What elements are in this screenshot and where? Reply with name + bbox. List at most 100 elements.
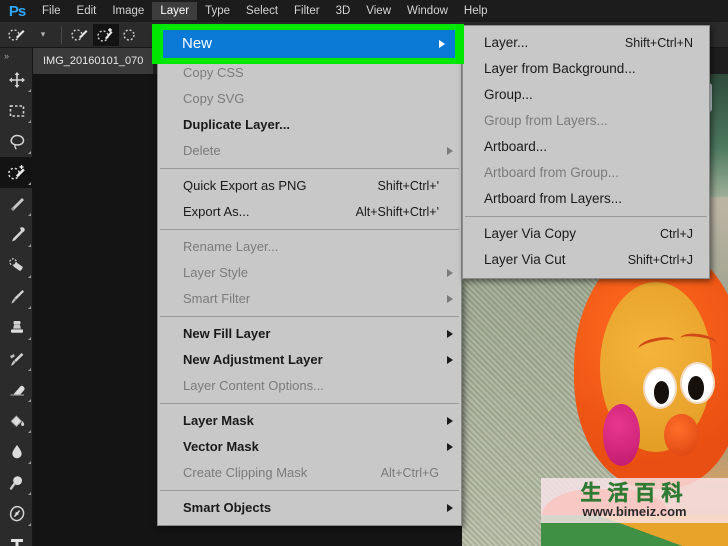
photoshop-logo: Ps bbox=[8, 2, 26, 20]
document-tab[interactable]: IMG_20160101_070 bbox=[33, 48, 155, 74]
menu-item-new[interactable]: New bbox=[163, 30, 455, 58]
menu-item-label: Artboard from Group... bbox=[484, 165, 620, 180]
menu-separator bbox=[160, 403, 459, 404]
menu-item-shortcut: Shift+Ctrl+J bbox=[627, 253, 693, 267]
subtract-from-selection-icon bbox=[123, 28, 135, 41]
menu-item-new-fill-layer[interactable]: New Fill Layer bbox=[158, 321, 461, 347]
menu-item-label: Quick Export as PNG bbox=[183, 178, 307, 193]
eraser-tool[interactable] bbox=[0, 374, 33, 405]
lasso-tool[interactable] bbox=[0, 126, 33, 157]
tool-more-triangle-icon bbox=[28, 151, 31, 154]
menubar-item-window[interactable]: Window bbox=[399, 2, 456, 20]
menubar-item-help[interactable]: Help bbox=[456, 2, 496, 20]
crop-tool-icon bbox=[10, 197, 24, 211]
type-tool[interactable] bbox=[0, 529, 33, 546]
menu-separator bbox=[160, 490, 459, 491]
quick-selection-tool[interactable] bbox=[0, 157, 33, 188]
menu-item-layer[interactable]: Layer... Shift+Ctrl+N bbox=[463, 30, 709, 56]
expand-toolbar-button[interactable]: » bbox=[0, 48, 32, 64]
pen-tool[interactable] bbox=[0, 498, 33, 529]
paint-bucket-tool-icon bbox=[10, 414, 24, 427]
menubar-item-view[interactable]: View bbox=[358, 2, 399, 20]
menu-item-label: Artboard... bbox=[484, 139, 548, 154]
blur-tool-icon bbox=[11, 444, 22, 458]
submenu-arrow-icon bbox=[439, 40, 445, 48]
menubar-item-image[interactable]: Image bbox=[104, 2, 152, 20]
menu-item-label: New Fill Layer bbox=[183, 326, 271, 341]
new-selection-button[interactable] bbox=[67, 24, 93, 46]
tool-preset-chevron[interactable]: ▾ bbox=[30, 24, 56, 46]
menu-item-smart-objects[interactable]: Smart Objects bbox=[158, 495, 461, 521]
menu-item-layer-style: Layer Style bbox=[158, 260, 461, 286]
history-brush-tool[interactable] bbox=[0, 343, 33, 374]
tool-preset-picker[interactable] bbox=[4, 24, 30, 46]
tool-more-triangle-icon bbox=[28, 461, 31, 464]
menu-item-group-from-layers: Group from Layers... bbox=[463, 108, 709, 134]
menu-item-export-as[interactable]: Export As... Alt+Shift+Ctrl+' bbox=[158, 199, 461, 225]
menu-item-smart-filter: Smart Filter bbox=[158, 286, 461, 312]
menu-separator bbox=[160, 168, 459, 169]
move-tool-icon bbox=[8, 71, 25, 88]
menu-item-group[interactable]: Group... bbox=[463, 82, 709, 108]
brush-tool-icon bbox=[10, 289, 24, 304]
menu-item-layer-via-cut[interactable]: Layer Via Cut Shift+Ctrl+J bbox=[463, 247, 709, 273]
dodge-tool-icon bbox=[9, 475, 22, 490]
menu-item-label: Copy SVG bbox=[183, 91, 245, 106]
quick-selection-tool-icon bbox=[8, 28, 25, 41]
menu-item-duplicate-layer[interactable]: Duplicate Layer... bbox=[158, 112, 461, 138]
clone-stamp-tool-icon bbox=[10, 320, 23, 333]
tool-more-triangle-icon bbox=[28, 213, 31, 216]
menu-item-label: Rename Layer... bbox=[183, 239, 279, 254]
tool-more-triangle-icon bbox=[28, 337, 31, 340]
crop-tool[interactable] bbox=[0, 188, 33, 219]
spot-healing-brush-tool[interactable] bbox=[0, 250, 33, 281]
subtract-from-selection-button[interactable] bbox=[119, 24, 145, 46]
options-divider bbox=[61, 25, 62, 44]
menu-item-label: Export As... bbox=[183, 204, 250, 219]
brush-tool[interactable] bbox=[0, 281, 33, 312]
history-brush-tool-icon bbox=[9, 352, 23, 366]
menubar-item-file[interactable]: File bbox=[34, 2, 69, 20]
photo-toy-ear bbox=[602, 404, 641, 466]
tool-more-triangle-icon bbox=[28, 120, 31, 123]
menu-item-create-clipping-mask: Create Clipping Mask Alt+Ctrl+G bbox=[158, 460, 461, 486]
menubar-item-edit[interactable]: Edit bbox=[69, 2, 105, 20]
menu-item-shortcut: Shift+Ctrl+N bbox=[624, 36, 693, 50]
menubar-item-select[interactable]: Select bbox=[238, 2, 286, 20]
menu-item-layer-from-background[interactable]: Layer from Background... bbox=[463, 56, 709, 82]
tool-more-triangle-icon bbox=[28, 430, 31, 433]
menubar-item-filter[interactable]: Filter bbox=[286, 2, 328, 20]
menu-item-label: Layer Via Copy bbox=[484, 226, 577, 241]
move-tool[interactable] bbox=[0, 64, 33, 95]
menubar-item-type[interactable]: Type bbox=[197, 2, 238, 20]
menu-item-artboard[interactable]: Artboard... bbox=[463, 134, 709, 160]
add-to-selection-button[interactable] bbox=[93, 23, 119, 46]
tool-more-triangle-icon bbox=[28, 182, 31, 185]
menubar-item-3d[interactable]: 3D bbox=[328, 2, 359, 20]
dodge-tool[interactable] bbox=[0, 467, 33, 498]
menu-item-quick-export-as-png[interactable]: Quick Export as PNG Shift+Ctrl+' bbox=[158, 173, 461, 199]
menu-item-label: Create Clipping Mask bbox=[183, 465, 308, 480]
menu-item-rename-layer: Rename Layer... bbox=[158, 234, 461, 260]
paint-bucket-tool[interactable] bbox=[0, 405, 33, 436]
menu-item-new-label: New bbox=[182, 35, 213, 52]
menubar-item-layer[interactable]: Layer bbox=[152, 2, 198, 20]
eyedropper-tool[interactable] bbox=[0, 219, 33, 250]
menu-item-new-adjustment-layer[interactable]: New Adjustment Layer bbox=[158, 347, 461, 373]
clone-stamp-tool[interactable] bbox=[0, 312, 33, 343]
menu-item-vector-mask[interactable]: Vector Mask bbox=[158, 434, 461, 460]
rectangular-marquee-tool[interactable] bbox=[0, 95, 33, 126]
blur-tool[interactable] bbox=[0, 436, 33, 467]
lasso-tool-icon bbox=[9, 134, 24, 150]
menu-item-delete: Delete bbox=[158, 138, 461, 164]
menu-item-layer-mask[interactable]: Layer Mask bbox=[158, 408, 461, 434]
layer-menu: Copy CSS Copy SVG Duplicate Layer... Delete… bbox=[157, 28, 462, 526]
menu-item-artboard-from-layers[interactable]: Artboard from Layers... bbox=[463, 186, 709, 212]
watermark: 生活百科 www.bimeiz.com bbox=[541, 478, 728, 523]
menu-item-layer-via-copy[interactable]: Layer Via Copy Ctrl+J bbox=[463, 221, 709, 247]
menu-item-shortcut: Alt+Shift+Ctrl+' bbox=[355, 205, 439, 219]
menu-item-shortcut: Alt+Ctrl+G bbox=[380, 466, 439, 480]
menu-item-copy-svg: Copy SVG bbox=[158, 86, 461, 112]
menu-item-layer-content-options: Layer Content Options... bbox=[158, 373, 461, 399]
photo-toy-nose bbox=[664, 413, 699, 457]
